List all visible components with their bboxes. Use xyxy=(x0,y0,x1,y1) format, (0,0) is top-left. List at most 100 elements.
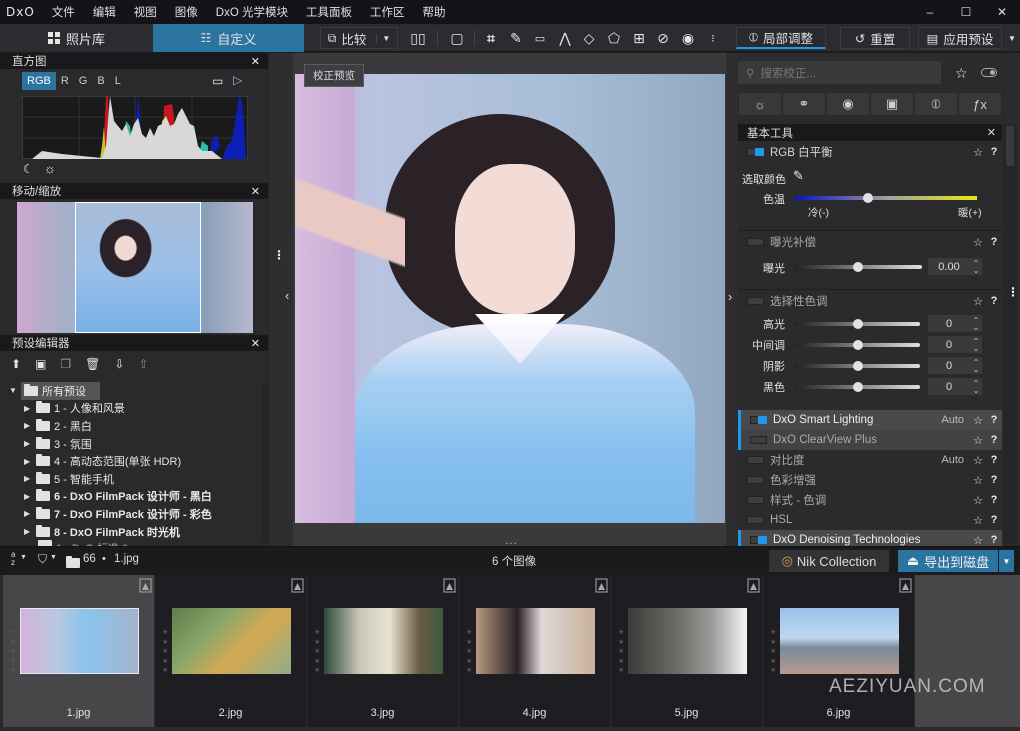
star-icon[interactable]: ☆ xyxy=(970,534,986,547)
star-icon[interactable]: ☆ xyxy=(970,514,986,527)
auto-label[interactable]: Auto xyxy=(941,414,964,426)
close-button[interactable]: ✕ xyxy=(984,0,1020,24)
exposure-toggle[interactable] xyxy=(747,238,764,246)
midtones-slider[interactable] xyxy=(795,340,920,350)
caret-right-icon[interactable]: ▶ xyxy=(24,492,36,501)
navigator-viewport[interactable] xyxy=(75,202,201,333)
toolbar-dropdown-icon[interactable]: ▼ xyxy=(1002,28,1020,48)
exposure-slider-knob[interactable] xyxy=(853,262,863,272)
gamut-icon[interactable]: ▷ xyxy=(233,73,242,87)
star-icon[interactable]: ☆ xyxy=(970,295,986,308)
blacks-slider[interactable] xyxy=(795,382,920,392)
exposure-value-input[interactable]: 0.00 ⌃ ⌄ xyxy=(928,258,982,275)
menu-help[interactable]: 帮助 xyxy=(414,4,455,20)
menu-view[interactable]: 视图 xyxy=(125,4,166,20)
rating-stars[interactable]: ★ ★ ★ ★ ★ xyxy=(162,628,168,676)
filter-icon[interactable]: ⛉ xyxy=(38,552,47,567)
eyedropper-icon[interactable]: ✎ xyxy=(793,168,804,184)
spinner-icon[interactable]: ⌃ ⌄ xyxy=(970,259,982,274)
thumbnail-image[interactable] xyxy=(780,608,899,674)
local-adjust-button[interactable]: ⦶ 局部调整 xyxy=(736,27,826,49)
drag-handle-icon[interactable]: ⋮ xyxy=(1007,285,1019,299)
compare-button[interactable]: ⧉ 比较 ▼ xyxy=(320,27,398,49)
close-histogram-icon[interactable]: ✕ xyxy=(251,55,260,68)
shadows-slider-knob[interactable] xyxy=(852,361,863,371)
caret-right-icon[interactable]: ▶ xyxy=(24,474,36,483)
rating-stars[interactable]: ★ ★ ★ ★ ★ xyxy=(770,628,776,676)
preset-folder[interactable]: ▶ 3 - 氛围 xyxy=(0,435,262,453)
help-icon[interactable]: ? xyxy=(986,146,1002,158)
help-icon[interactable]: ? xyxy=(986,534,1002,546)
channel-b[interactable]: B xyxy=(92,72,109,90)
exposure-slider[interactable] xyxy=(794,262,922,272)
tool-toggle[interactable] xyxy=(747,476,764,484)
shadow-clipping-icon[interactable]: ☾ xyxy=(23,162,34,176)
category-detail[interactable]: ◉ xyxy=(826,92,870,116)
midtones-slider-knob[interactable] xyxy=(852,340,863,350)
reset-button[interactable]: ↺ 重置 xyxy=(840,27,910,49)
volume-deformation-icon[interactable]: ⊞ xyxy=(629,28,649,48)
filmstrip-thumbnail[interactable]: ★ ★ ★ ★ ★ 6.jpg xyxy=(763,575,915,727)
star-icon[interactable]: ☆ xyxy=(970,494,986,507)
blacks-slider-knob[interactable] xyxy=(852,382,863,392)
white-balance-toggle[interactable] xyxy=(747,148,764,156)
rating-stars[interactable]: ★ ★ ★ ★ ★ xyxy=(466,628,472,676)
shadows-value-input[interactable]: 0 ⌃ ⌄ xyxy=(928,357,982,374)
preset-folder[interactable]: ▶ 4 - 高动态范围(单张 HDR) xyxy=(0,452,262,470)
filmstrip-thumbnail[interactable]: ★ ★ ★ ★ ★ 5.jpg xyxy=(611,575,763,727)
tool-toggle[interactable] xyxy=(747,456,764,464)
filmstrip-thumbnail[interactable]: ★ ★ ★ ★ ★ 2.jpg xyxy=(155,575,307,727)
help-icon[interactable]: ? xyxy=(986,434,1002,446)
menu-optics-modules[interactable]: DxO 光学模块 xyxy=(207,4,297,20)
help-icon[interactable]: ? xyxy=(986,236,1002,248)
preset-root[interactable]: ▼ 所有预设 xyxy=(0,381,262,400)
right-collapse-bar[interactable]: › xyxy=(726,53,737,546)
spinner-icon[interactable]: ⌃ ⌄ xyxy=(970,337,982,352)
export-preset-icon[interactable]: ⇧ xyxy=(138,357,148,371)
menu-palettes[interactable]: 工具面板 xyxy=(297,4,361,20)
shadows-slider[interactable] xyxy=(795,361,920,371)
tab-photo-library[interactable]: 照片库 xyxy=(0,24,153,52)
spinner-icon[interactable]: ⌃ ⌄ xyxy=(970,379,982,394)
help-icon[interactable]: ? xyxy=(986,474,1002,486)
horizon-icon[interactable]: ▭ xyxy=(530,28,550,48)
duplicate-preset-icon[interactable]: ❐ xyxy=(60,357,71,371)
repair-icon[interactable]: ⊘ xyxy=(653,28,673,48)
tool-toggle[interactable] xyxy=(747,496,764,504)
tool-row[interactable]: DxO Smart Lighting Auto ☆? xyxy=(738,410,1002,430)
category-local[interactable]: ⦶ xyxy=(914,92,958,116)
rating-stars[interactable]: ★ ★ ★ ★ ★ xyxy=(618,628,624,676)
monitor-icon[interactable]: ▭ xyxy=(212,74,223,88)
crop-icon[interactable]: ⌗ xyxy=(481,28,501,48)
perspective-rect-icon[interactable]: ◇ xyxy=(579,28,599,48)
red-eye-icon[interactable]: ◉ xyxy=(678,28,698,48)
preset-folder[interactable]: ▶ 7 - DxO FilmPack 设计师 - 彩色 xyxy=(0,505,262,523)
tool-toggle[interactable] xyxy=(750,416,767,424)
temperature-slider[interactable] xyxy=(795,193,977,203)
tool-toggle[interactable] xyxy=(750,536,767,544)
preset-folder[interactable]: ▶ 2 - 黑白 xyxy=(0,417,262,435)
tool-row[interactable]: HSL ☆? xyxy=(738,510,1002,530)
sort-icon[interactable]: az xyxy=(11,551,15,567)
star-icon[interactable]: ☆ xyxy=(970,454,986,467)
sort-dropdown-icon[interactable]: ▼ xyxy=(20,554,27,561)
watermark-icon[interactable]: ⁝ xyxy=(703,28,723,48)
category-geometry[interactable]: ▣ xyxy=(870,92,914,116)
spinner-icon[interactable]: ⌃ ⌄ xyxy=(970,358,982,373)
category-light[interactable]: ☼ xyxy=(738,92,782,116)
channel-l[interactable]: L xyxy=(110,72,126,90)
menu-file[interactable]: 文件 xyxy=(43,4,84,20)
tab-customize[interactable]: ☷ 自定义 xyxy=(153,24,304,52)
channel-r[interactable]: R xyxy=(56,72,74,90)
tool-row[interactable]: 色彩增强 ☆? xyxy=(738,470,1002,490)
help-icon[interactable]: ? xyxy=(986,414,1002,426)
close-basic-tools-icon[interactable]: ✕ xyxy=(987,126,996,139)
fit-screen-icon[interactable]: ▢ xyxy=(447,28,467,48)
help-icon[interactable]: ? xyxy=(986,514,1002,526)
filmstrip-thumbnail[interactable]: ★ ★ ★ ★ ★ 4.jpg xyxy=(459,575,611,727)
spinner-icon[interactable]: ⌃ ⌄ xyxy=(970,316,982,331)
help-icon[interactable]: ? xyxy=(986,295,1002,307)
rating-stars[interactable]: ★ ★ ★ ★ ★ xyxy=(10,628,16,676)
help-icon[interactable]: ? xyxy=(986,494,1002,506)
toggle-icon[interactable] xyxy=(981,68,997,77)
